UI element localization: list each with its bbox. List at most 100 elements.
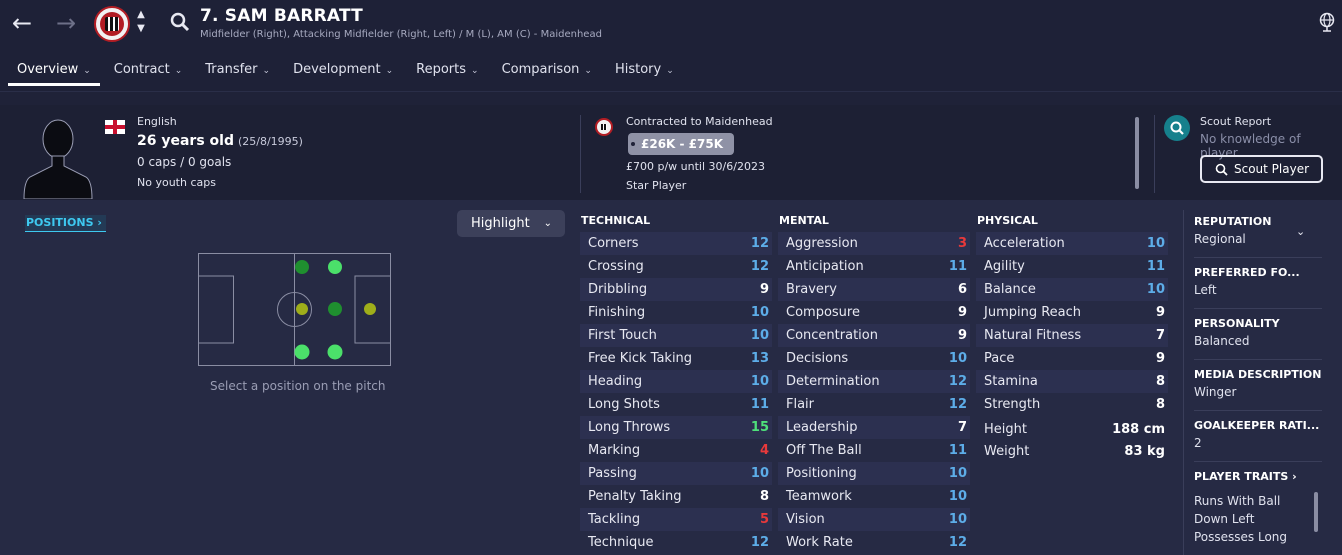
- attribute-row[interactable]: Free Kick Taking 13: [580, 347, 772, 370]
- attribute-row[interactable]: Tackling 5: [580, 508, 772, 531]
- attribute-row[interactable]: Long Throws 15: [580, 416, 772, 439]
- pitch-position-dot[interactable]: [327, 344, 343, 360]
- physical-attributes: PHYSICAL Acceleration 10 Agility 11 Balanc…: [976, 214, 1168, 463]
- attribute-name: Vision: [786, 512, 825, 527]
- attribute-value: 10: [948, 466, 967, 481]
- attribute-row[interactable]: Technique 12: [580, 531, 772, 554]
- pitch-position-dot[interactable]: [328, 260, 342, 274]
- chevron-down-icon: ⌄: [83, 66, 91, 76]
- attribute-row[interactable]: Anticipation 11: [778, 255, 970, 278]
- attribute-row[interactable]: Decisions 10: [778, 347, 970, 370]
- globe-icon[interactable]: [1318, 12, 1336, 32]
- tab-label: Reports: [416, 62, 467, 77]
- pitch-position-dot[interactable]: [295, 260, 309, 274]
- attribute-row[interactable]: Leadership 7: [778, 416, 970, 439]
- scout-player-button[interactable]: Scout Player: [1200, 155, 1323, 183]
- top-bar: ← → ▲ ▼ 7. SAM BARRATT Midfielder (Right)…: [0, 0, 1342, 92]
- attribute-name: Leadership: [786, 420, 858, 435]
- attribute-row[interactable]: Vision 10: [778, 508, 970, 531]
- attribute-row[interactable]: Aggression 3: [778, 232, 970, 255]
- tab-history[interactable]: History ⌄: [606, 56, 683, 86]
- attribute-row[interactable]: First Touch 10: [580, 324, 772, 347]
- tab-label: Overview: [17, 62, 79, 77]
- tab-transfer[interactable]: Transfer ⌄: [196, 56, 279, 86]
- media-description-block: MEDIA DESCRIPTION Winger: [1194, 368, 1322, 399]
- attribute-row[interactable]: Crossing 12: [580, 255, 772, 278]
- tab-reports[interactable]: Reports ⌄: [407, 56, 487, 86]
- pitch-position-dot[interactable]: [296, 303, 308, 315]
- attribute-row[interactable]: Composure 9: [778, 301, 970, 324]
- attribute-row[interactable]: Positioning 10: [778, 462, 970, 485]
- tab-development[interactable]: Development ⌄: [284, 56, 402, 86]
- search-icon[interactable]: [170, 12, 190, 32]
- chevron-down-icon: ⌄: [666, 66, 674, 76]
- attribute-row[interactable]: Natural Fitness 7: [976, 324, 1168, 347]
- attribute-row[interactable]: Finishing 10: [580, 301, 772, 324]
- pitch-position-dot[interactable]: [364, 303, 376, 315]
- attribute-value: 10: [948, 351, 967, 366]
- youth-caps: No youth caps: [137, 176, 216, 189]
- attribute-row[interactable]: Corners 12: [580, 232, 772, 255]
- highlight-dropdown[interactable]: Highlight ⌄: [457, 210, 565, 237]
- attribute-row[interactable]: Marking 4: [580, 439, 772, 462]
- back-arrow-icon[interactable]: ←: [8, 10, 36, 36]
- chevron-down-icon: ⌄: [471, 66, 479, 76]
- height-value: 188 cm: [1112, 422, 1165, 437]
- scout-magnifier-icon: [1164, 115, 1190, 141]
- pitch-position-dot[interactable]: [294, 344, 310, 360]
- attribute-row[interactable]: Stamina 8: [976, 370, 1168, 393]
- attribute-row[interactable]: Jumping Reach 9: [976, 301, 1168, 324]
- attribute-row[interactable]: Pace 9: [976, 347, 1168, 370]
- transfer-value-badge[interactable]: £26K - £75K: [628, 133, 734, 155]
- club-badge-icon[interactable]: [94, 6, 130, 42]
- attribute-name: Free Kick Taking: [588, 351, 693, 366]
- club-badge-icon[interactable]: [595, 118, 613, 136]
- chevron-right-icon: ›: [1292, 470, 1297, 483]
- pitch-diagram[interactable]: [198, 253, 391, 366]
- positions-link[interactable]: POSITIONS ›: [25, 215, 106, 232]
- attribute-row[interactable]: Passing 10: [580, 462, 772, 485]
- scrollbar[interactable]: [1135, 117, 1139, 189]
- trait-item: Runs With Ball Down Left: [1194, 494, 1281, 526]
- attribute-row[interactable]: Teamwork 10: [778, 485, 970, 508]
- age: 26 years old (25/8/1995): [137, 133, 303, 149]
- attribute-row[interactable]: Penalty Taking 8: [580, 485, 772, 508]
- chevron-down-icon: ⌄: [174, 66, 183, 76]
- attribute-row[interactable]: Off The Ball 11: [778, 439, 970, 462]
- attribute-row[interactable]: Concentration 9: [778, 324, 970, 347]
- attribute-name: Concentration: [786, 328, 878, 343]
- attribute-row[interactable]: Work Rate 12: [778, 531, 970, 554]
- player-switch-icon[interactable]: ▲ ▼: [134, 8, 148, 38]
- attribute-name: Anticipation: [786, 259, 864, 274]
- attribute-value: 12: [948, 397, 967, 412]
- tab-label: History: [614, 62, 662, 77]
- attribute-value: 3: [957, 236, 967, 251]
- player-traits-link[interactable]: PLAYER TRAITS ›: [1194, 470, 1322, 483]
- forward-arrow-icon[interactable]: →: [52, 10, 80, 36]
- attribute-row[interactable]: Agility 11: [976, 255, 1168, 278]
- scrollbar[interactable]: [1314, 492, 1318, 532]
- attribute-row[interactable]: Flair 12: [778, 393, 970, 416]
- attribute-name: Penalty Taking: [588, 489, 682, 504]
- attribute-row[interactable]: Long Shots 11: [580, 393, 772, 416]
- tab-comparison[interactable]: Comparison ⌄: [493, 56, 601, 86]
- contract-club[interactable]: Contracted to Maidenhead: [626, 115, 773, 128]
- attribute-row[interactable]: Heading 10: [580, 370, 772, 393]
- attribute-row[interactable]: Strength 8: [976, 393, 1168, 416]
- personality-block: PERSONALITY Balanced: [1194, 317, 1322, 348]
- divider: [1194, 359, 1322, 360]
- attribute-row[interactable]: Balance 10: [976, 278, 1168, 301]
- attribute-name: Determination: [786, 374, 880, 389]
- attribute-row[interactable]: Bravery 6: [778, 278, 970, 301]
- tab-overview[interactable]: Overview ⌄: [8, 56, 100, 86]
- pitch-position-dot[interactable]: [328, 302, 342, 316]
- attribute-row[interactable]: Determination 12: [778, 370, 970, 393]
- attribute-value: 10: [750, 374, 769, 389]
- tab-contract[interactable]: Contract ⌄: [105, 56, 191, 86]
- attribute-row[interactable]: Acceleration 10: [976, 232, 1168, 255]
- weight-label: Weight: [984, 444, 1030, 459]
- attribute-value: 10: [948, 489, 967, 504]
- chevron-down-icon[interactable]: ⌄: [1296, 225, 1305, 238]
- attribute-value: 10: [1146, 236, 1165, 251]
- attribute-row[interactable]: Dribbling 9: [580, 278, 772, 301]
